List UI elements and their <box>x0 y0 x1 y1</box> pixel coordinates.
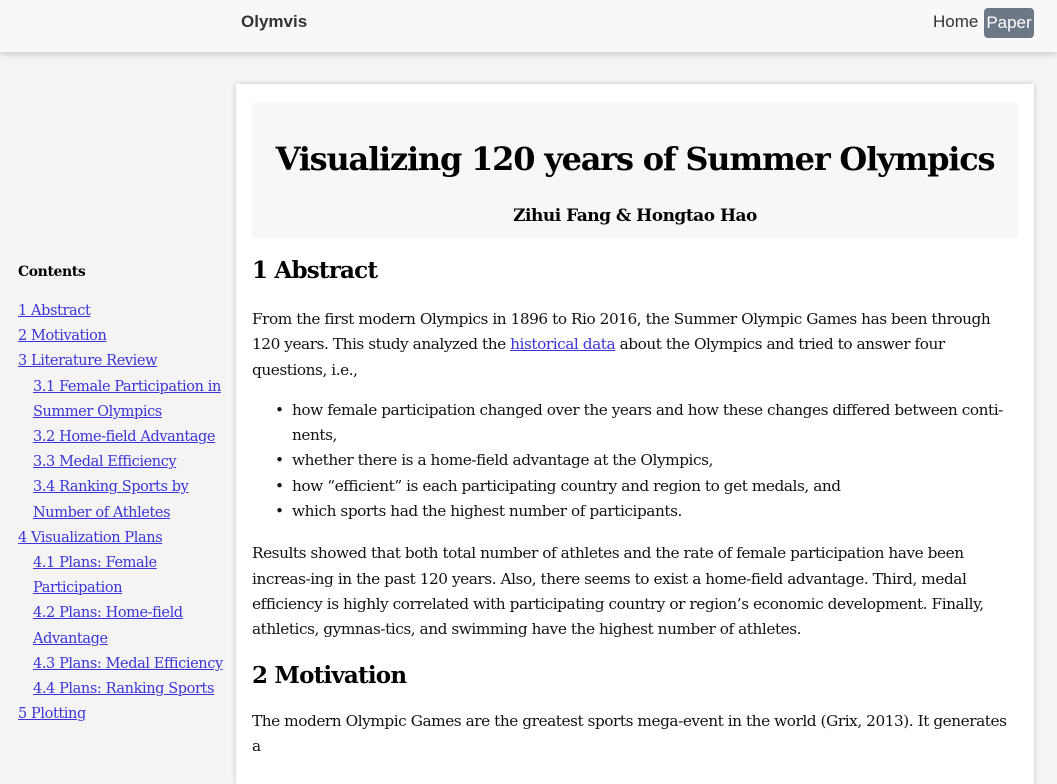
list-item: • how female participation changed over t… <box>275 398 1018 449</box>
toc-link-plans-medal-efficiency[interactable]: 4.3 Plans: Medal Efficiency <box>18 652 223 677</box>
toc-link-female-participation[interactable]: 3.1 Female Participation in Summer Olymp… <box>18 375 223 425</box>
bullet-icon: • <box>275 400 284 419</box>
historical-data-link[interactable]: historical data <box>510 335 615 353</box>
bullet-icon: • <box>275 451 284 470</box>
toc-heading: Contents <box>18 264 86 280</box>
toc-link-visualization-plans[interactable]: 4 Visualization Plans <box>18 526 223 551</box>
brand-link[interactable]: Olymvis <box>241 12 307 32</box>
toc-link-plans-female-participation[interactable]: 4.1 Plans: Female Participation <box>18 551 223 601</box>
toc-link-motivation[interactable]: 2 Motivation <box>18 324 223 349</box>
toc-link-medal-efficiency[interactable]: 3.3 Medal Efficiency <box>18 450 223 475</box>
nav-paper-link[interactable]: Paper <box>984 8 1034 38</box>
paper-page: Visualizing 120 years of Summer Olympics… <box>236 84 1034 784</box>
abstract-paragraph-1: From the first modern Olympics in 1896 t… <box>252 307 1018 383</box>
list-item: • how “efficient” is each participating c… <box>275 474 1018 499</box>
top-navbar: Olymvis Home Paper <box>0 0 1057 52</box>
nav-home-link[interactable]: Home <box>933 12 978 32</box>
bullet-icon: • <box>275 476 284 495</box>
motivation-heading: 2 Motivation <box>252 661 407 689</box>
toc-link-plans-ranking-sports[interactable]: 4.4 Plans: Ranking Sports <box>18 677 223 702</box>
paper-title: Visualizing 120 years of Summer Olympics <box>275 140 996 178</box>
list-item: • whether there is a home-field advantage… <box>275 448 1018 473</box>
toc-link-literature-review[interactable]: 3 Literature Review <box>18 349 223 374</box>
toc-link-ranking-sports[interactable]: 3.4 Ranking Sports by Number of Athletes <box>18 475 223 525</box>
bullet-icon: • <box>275 502 284 521</box>
list-item-text: whether there is a home-field advantage … <box>292 451 713 470</box>
table-of-contents: Contents 1 Abstract 2 Motivation 3 Liter… <box>18 262 223 727</box>
toc-link-home-field-advantage[interactable]: 3.2 Home-field Advantage <box>18 425 223 450</box>
abstract-heading: 1 Abstract <box>252 257 378 284</box>
paper-authors: Zihui Fang & Hongtao Hao <box>513 206 757 226</box>
toc-link-plans-home-field-advantage[interactable]: 4.2 Plans: Home-field Advantage <box>18 601 223 651</box>
paper-content: 1 Abstract From the first modern Olympic… <box>252 254 1018 759</box>
list-item-text: which sports had the highest number of p… <box>292 502 682 521</box>
list-item-text: how “efficient” is each participating co… <box>292 476 841 495</box>
list-item-text: how female participation changed over th… <box>292 400 1003 445</box>
list-item: • which sports had the highest number of … <box>275 499 1018 524</box>
toc-link-abstract[interactable]: 1 Abstract <box>18 299 223 324</box>
abstract-paragraph-2: Results showed that both total number of… <box>252 544 984 639</box>
title-block: Visualizing 120 years of Summer Olympics… <box>252 102 1018 238</box>
motivation-paragraph-1: The modern Olympic Games are the greates… <box>252 711 1007 755</box>
research-questions-list: • how female participation changed over t… <box>252 398 1018 524</box>
